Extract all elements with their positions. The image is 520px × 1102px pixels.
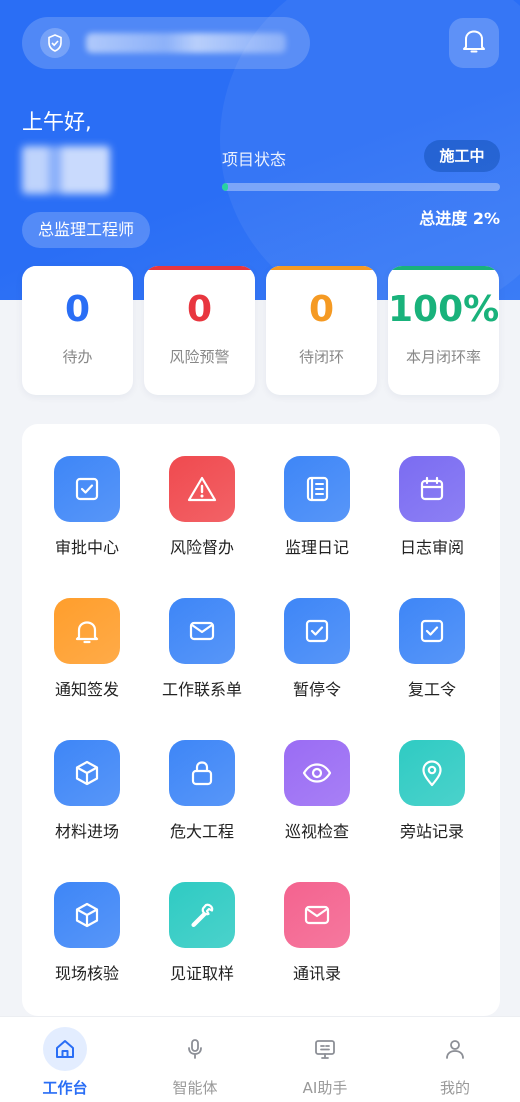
stat-value: 0	[308, 289, 335, 330]
feature-label: 复工令	[407, 680, 456, 699]
stat-label: 风险预警	[169, 348, 230, 366]
lock-icon	[169, 740, 235, 806]
stat-label: 待闭环	[298, 348, 344, 366]
tab-home[interactable]: 工作台	[0, 1017, 130, 1102]
project-selector[interactable]	[22, 17, 310, 69]
stat-value: 0	[186, 289, 213, 330]
mail-icon	[284, 882, 350, 948]
feature-eye-10[interactable]: 巡视检查	[262, 740, 372, 850]
stat-label: 本月闭环率	[405, 348, 481, 366]
feature-box-8[interactable]: 材料进场	[32, 740, 142, 850]
progress-text: 总进度 2%	[419, 209, 500, 228]
mail-icon	[169, 598, 235, 664]
stat-card-accent	[266, 266, 377, 270]
feature-calendar-3[interactable]: 日志审阅	[377, 456, 487, 566]
feature-warning-1[interactable]: 风险督办	[147, 456, 257, 566]
feature-location-pin-11[interactable]: 旁站记录	[377, 740, 487, 850]
feature-mail-5[interactable]: 工作联系单	[147, 598, 257, 708]
feature-label: 日志审阅	[399, 538, 464, 557]
tab-label: 我的	[439, 1079, 470, 1097]
tab-label: 智能体	[172, 1079, 218, 1097]
tab-monitor[interactable]: AI助手	[260, 1017, 390, 1102]
calendar-icon	[399, 456, 465, 522]
feature-check-square-0[interactable]: 审批中心	[32, 456, 142, 566]
status-badge: 施工中	[424, 140, 500, 172]
stat-value: 100%	[388, 289, 499, 330]
wrench-icon	[169, 882, 235, 948]
bell-icon	[54, 598, 120, 664]
stat-value: 0	[64, 289, 91, 330]
feature-label: 工作联系单	[161, 680, 242, 699]
warning-icon	[169, 456, 235, 522]
feature-label: 风险督办	[169, 538, 234, 557]
feature-check-square-6[interactable]: 暂停令	[262, 598, 372, 708]
check-square-icon	[399, 598, 465, 664]
check-square-icon	[284, 598, 350, 664]
progress-bar	[222, 183, 500, 191]
feature-label: 审批中心	[54, 538, 119, 557]
project-status-label: 项目状态	[222, 150, 287, 169]
box-icon	[54, 740, 120, 806]
tab-user[interactable]: 我的	[390, 1017, 520, 1102]
feature-lock-9[interactable]: 危大工程	[147, 740, 257, 850]
microphone-icon	[173, 1027, 217, 1071]
feature-label: 监理日记	[284, 538, 349, 557]
feature-label: 危大工程	[169, 822, 234, 841]
stats-row: 0 待办 0 风险预警 0 待闭环 100% 本月闭环率	[22, 266, 500, 396]
notification-button[interactable]	[449, 18, 499, 68]
stat-card-pending-close[interactable]: 0 待闭环	[266, 266, 377, 395]
project-name-redacted	[86, 33, 286, 53]
location-pin-icon	[399, 740, 465, 806]
stat-card-accent	[388, 266, 499, 270]
stat-card-accent	[144, 266, 255, 270]
stat-card-close-rate[interactable]: 100% 本月闭环率	[388, 266, 499, 395]
check-square-icon	[54, 456, 120, 522]
feature-label: 通知签发	[54, 680, 119, 699]
tab-label: 工作台	[42, 1079, 88, 1097]
home-icon	[43, 1027, 87, 1071]
feature-mail-14[interactable]: 通讯录	[262, 882, 372, 992]
notebook-icon	[284, 456, 350, 522]
feature-label: 材料进场	[54, 822, 119, 841]
stat-card-todo[interactable]: 0 待办	[22, 266, 133, 395]
feature-label: 旁站记录	[399, 822, 464, 841]
feature-bell-4[interactable]: 通知签发	[32, 598, 142, 708]
bottom-tab-bar: 工作台 智能体 AI助手 我的	[0, 1016, 520, 1102]
stat-label: 待办	[62, 348, 93, 366]
feature-label: 暂停令	[292, 680, 341, 699]
box-icon	[54, 882, 120, 948]
stat-card-risk[interactable]: 0 风险预警	[144, 266, 255, 395]
stat-card-accent	[22, 266, 133, 270]
user-icon	[433, 1027, 477, 1071]
monitor-icon	[303, 1027, 347, 1071]
user-name-redacted	[22, 146, 110, 194]
progress-fill	[222, 183, 228, 191]
bell-icon	[462, 28, 486, 58]
feature-check-square-7[interactable]: 复工令	[377, 598, 487, 708]
eye-icon	[284, 740, 350, 806]
greeting-text: 上午好,	[22, 110, 92, 134]
feature-label: 见证取样	[169, 964, 234, 983]
shield-icon	[40, 28, 70, 58]
tab-microphone[interactable]: 智能体	[130, 1017, 260, 1102]
feature-label: 通讯录	[292, 964, 341, 983]
feature-notebook-2[interactable]: 监理日记	[262, 456, 372, 566]
feature-box-12[interactable]: 现场核验	[32, 882, 142, 992]
tab-label: AI助手	[302, 1079, 348, 1097]
feature-label: 现场核验	[54, 964, 119, 983]
feature-grid: 审批中心 风险督办 监理日记 日志审阅通知签发 工作联系单 暂停令 复工令材料进场 危大工程 巡…	[22, 424, 500, 1016]
role-chip: 总监理工程师	[22, 212, 151, 248]
feature-label: 巡视检查	[284, 822, 349, 841]
feature-wrench-13[interactable]: 见证取样	[147, 882, 257, 992]
